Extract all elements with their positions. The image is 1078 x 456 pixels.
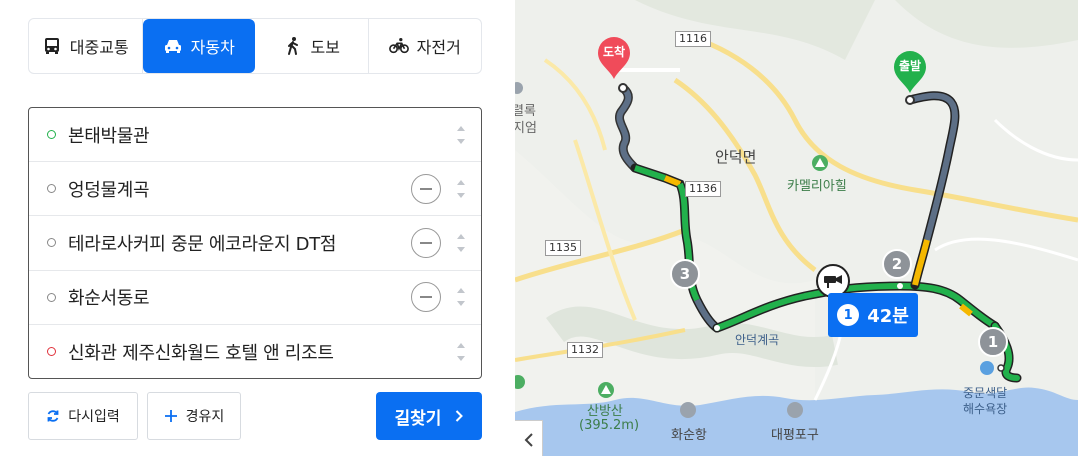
tab-public-transit[interactable]: 대중교통 <box>29 19 143 73</box>
segment-marker[interactable]: 3 <box>670 259 700 289</box>
road-number-badge: 1116 <box>675 31 711 47</box>
walk-icon <box>287 37 298 55</box>
place-label: 지엄 <box>515 121 537 136</box>
tab-bicycle[interactable]: 자전거 <box>369 19 482 73</box>
destination-pin-label: 도착 <box>602 45 626 59</box>
origin-pin-label: 출발 <box>898 59 922 73</box>
place-label: 화순항 <box>671 428 707 443</box>
search-route-button[interactable]: 길찾기 <box>376 392 482 440</box>
bus-icon <box>44 38 59 54</box>
search-route-label: 길찾기 <box>394 408 442 429</box>
place-label: 해수욕장 <box>963 402 1008 416</box>
route-index: 1 <box>837 304 860 326</box>
drag-handle-icon[interactable] <box>456 125 466 144</box>
drag-handle-icon[interactable] <box>456 179 466 198</box>
road-number-badge: 1136 <box>685 181 721 197</box>
road-number-badge: 1135 <box>545 240 581 256</box>
stop-waypoint[interactable]: 엉덩물계곡 <box>29 162 481 217</box>
route-time-badge[interactable]: 1 42분 <box>828 293 918 337</box>
stop-label: 테라로사커피 중문 에코라운지 DT점 <box>68 233 337 255</box>
segment-marker[interactable]: 2 <box>882 249 912 279</box>
map-view[interactable]: 안덕면 카멜리아힐 안덕계곡 산방산 (395.2m) 화순항 대평포구 중문색… <box>515 0 1078 456</box>
reset-label: 다시입력 <box>68 409 120 425</box>
segment-marker[interactable]: 1 <box>978 327 1008 357</box>
tab-label: 대중교통 <box>69 38 129 57</box>
waypoint-dot-icon <box>47 292 56 302</box>
place-label: (395.2m) <box>579 418 640 433</box>
stop-start[interactable]: 본태박물관 <box>29 108 481 163</box>
place-label: 안덕면 <box>715 148 757 166</box>
waypoint-label: 경유지 <box>185 409 225 425</box>
waypoint-dot-icon <box>47 184 56 194</box>
drag-handle-icon[interactable] <box>456 233 466 252</box>
destination-pin[interactable]: 도착 <box>596 36 632 80</box>
place-label: 카멜리아힐 <box>787 179 847 194</box>
car-icon <box>164 40 181 53</box>
stop-waypoint[interactable]: 테라로사커피 중문 에코라운지 DT점 <box>29 216 481 271</box>
plus-icon <box>164 410 177 422</box>
place-label: 안덕계곡 <box>735 333 780 347</box>
stop-waypoint[interactable]: 화순서동로 <box>29 271 481 325</box>
bicycle-icon <box>388 38 409 54</box>
remove-waypoint-button[interactable] <box>411 227 441 258</box>
end-dot-icon <box>47 347 56 357</box>
stop-label: 신화관 제주신화월드 호텔 앤 리조트 <box>68 342 334 364</box>
camera-icon <box>824 275 842 288</box>
transport-mode-tabs: 대중교통 자동차 도보 자전거 <box>28 18 482 74</box>
reset-button[interactable]: 다시입력 <box>28 392 138 440</box>
start-dot-icon <box>47 130 56 140</box>
action-bar: 다시입력 경유지 길찾기 <box>28 392 482 440</box>
route-stop-list: 본태박물관 엉덩물계곡 테라로사커피 중문 에코라운지 DT점 화순서동로 신화… <box>28 107 482 379</box>
origin-pin[interactable]: 출발 <box>892 50 928 94</box>
remove-waypoint-button[interactable] <box>411 282 441 313</box>
tab-label: 도보 <box>310 38 340 57</box>
tab-label: 자전거 <box>416 38 461 57</box>
tab-walk[interactable]: 도보 <box>255 19 369 73</box>
route-duration: 42분 <box>867 306 909 327</box>
place-label: 대평포구 <box>771 428 819 443</box>
waypoint-dot-icon <box>47 238 56 248</box>
drag-handle-icon[interactable] <box>456 342 466 361</box>
route-panel: 대중교통 자동차 도보 자전거 본태박물관 엉덩물계곡 테라로사커피 중문 에코… <box>0 0 515 456</box>
refresh-icon <box>47 410 59 422</box>
chevron-left-icon <box>524 433 533 447</box>
collapse-panel-button[interactable] <box>515 420 543 456</box>
drag-handle-icon[interactable] <box>456 288 466 307</box>
tab-car[interactable]: 자동차 <box>142 19 255 73</box>
stop-label: 본태박물관 <box>68 125 150 147</box>
stop-label: 화순서동로 <box>68 288 150 310</box>
place-label: 산방산 <box>587 404 623 419</box>
stop-label: 엉덩물계곡 <box>68 179 150 201</box>
add-waypoint-button[interactable]: 경유지 <box>147 392 241 440</box>
stop-end[interactable]: 신화관 제주신화월드 호텔 앤 리조트 <box>29 325 481 379</box>
road-number-badge: 1132 <box>567 342 603 358</box>
place-label: 중문색달 <box>963 386 1008 400</box>
tab-label: 자동차 <box>190 38 235 57</box>
chevron-right-icon <box>456 410 464 422</box>
remove-waypoint-button[interactable] <box>411 173 441 204</box>
